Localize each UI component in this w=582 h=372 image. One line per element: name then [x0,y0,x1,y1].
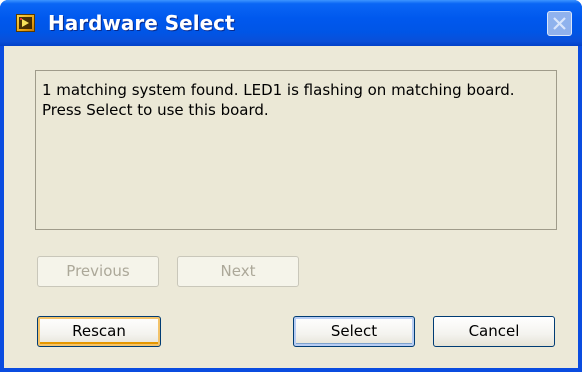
cancel-button[interactable]: Cancel [433,316,555,347]
select-button[interactable]: Select [293,316,415,347]
status-message-line-1: 1 matching system found. LED1 is flashin… [42,81,515,99]
status-message-box: 1 matching system found. LED1 is flashin… [35,70,557,230]
next-button[interactable]: Next [177,256,299,287]
dialog-body: 1 matching system found. LED1 is flashin… [4,46,578,368]
previous-button[interactable]: Previous [37,256,159,287]
title-bar[interactable]: Hardware Select [0,0,582,46]
hardware-select-dialog: Hardware Select 1 matching system found.… [0,0,582,372]
close-icon [553,17,566,30]
status-message-line-2: Press Select to use this board. [42,101,269,119]
rescan-button[interactable]: Rescan [37,316,161,347]
close-button[interactable] [547,11,572,36]
window-title: Hardware Select [48,11,235,35]
app-icon [16,14,35,32]
